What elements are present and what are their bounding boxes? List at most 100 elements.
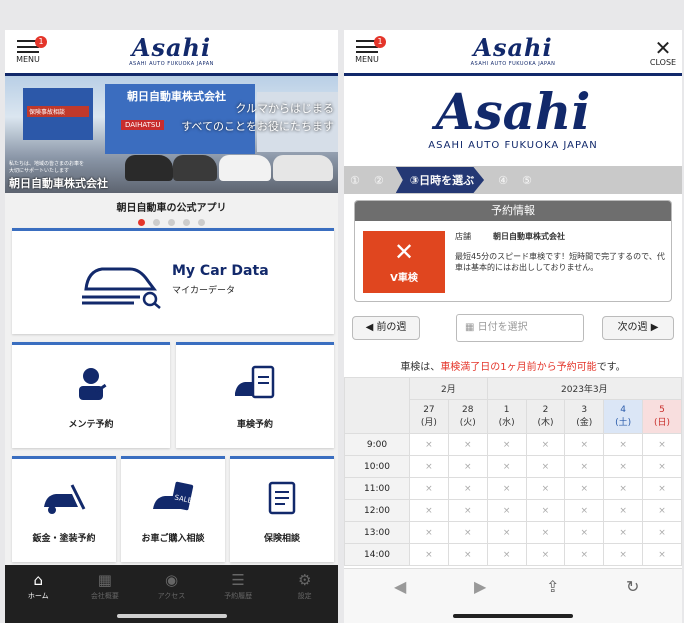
carousel-dot[interactable] bbox=[168, 219, 175, 226]
menu-button[interactable]: MENU 1 bbox=[350, 36, 386, 70]
carousel-dot[interactable] bbox=[153, 219, 160, 226]
my-car-data-card[interactable]: My Car Data マイカーデータ bbox=[12, 228, 334, 334]
month-header: 2023年3月 bbox=[486, 377, 682, 400]
slot-unavailable[interactable]: × bbox=[642, 433, 682, 456]
share-icon[interactable]: ⇪ bbox=[546, 577, 559, 596]
slot-unavailable[interactable]: × bbox=[409, 543, 449, 566]
chevron-right-icon: ▶ bbox=[647, 322, 659, 333]
day-of-week: (水) bbox=[498, 418, 515, 428]
tools-icon: ✕ bbox=[393, 238, 415, 266]
forward-arrow-icon[interactable]: ▶ bbox=[474, 577, 486, 596]
inspection-booking-card[interactable]: 車検予約 bbox=[176, 342, 334, 448]
header-bar: MENU 1 Asahi ASAHI AUTO FUKUOKA JAPAN bbox=[5, 30, 338, 76]
slot-unavailable[interactable]: × bbox=[525, 433, 566, 456]
slot-unavailable[interactable]: × bbox=[642, 455, 682, 478]
day-of-week: (木) bbox=[537, 418, 554, 428]
insurance-consult-card[interactable]: 保険相談 bbox=[230, 456, 334, 562]
carousel-dot[interactable] bbox=[183, 219, 190, 226]
slot-unavailable[interactable]: × bbox=[409, 499, 449, 522]
day-header: 28 (火) bbox=[447, 399, 488, 434]
slot-unavailable[interactable]: × bbox=[447, 477, 488, 500]
availability-calendar: 2月 2023年3月 27 (月) 28 (火) 1 (水) 2 (木) 3 (金) 4 (土) 5 (日… bbox=[344, 377, 682, 566]
slot-unavailable[interactable]: × bbox=[642, 543, 682, 566]
step-progress: ① ② ③日時を選ぶ ④ ⑤ bbox=[344, 166, 682, 194]
slot-unavailable[interactable]: × bbox=[525, 455, 566, 478]
time-label: 10:00 bbox=[344, 455, 410, 478]
inspection-label: 車検予約 bbox=[236, 420, 273, 430]
carousel-dot[interactable] bbox=[198, 219, 205, 226]
prev-week-label: 前の週 bbox=[376, 322, 407, 333]
slot-unavailable[interactable]: × bbox=[564, 543, 605, 566]
slot-unavailable[interactable]: × bbox=[409, 455, 449, 478]
slot-unavailable[interactable]: × bbox=[409, 433, 449, 456]
booking-screen: MENU 1 Asahi ASAHI AUTO FUKUOKA JAPAN ✕ … bbox=[344, 30, 682, 623]
slot-unavailable[interactable]: × bbox=[564, 521, 605, 544]
date-picker-input[interactable]: ▦ 日付を選択 bbox=[456, 314, 584, 342]
slot-unavailable[interactable]: × bbox=[603, 455, 644, 478]
slot-unavailable[interactable]: × bbox=[486, 477, 527, 500]
list-icon: ☰ bbox=[231, 571, 245, 589]
slot-unavailable[interactable]: × bbox=[642, 477, 682, 500]
slot-unavailable[interactable]: × bbox=[486, 521, 527, 544]
close-button[interactable]: ✕ CLOSE bbox=[648, 38, 678, 67]
slot-unavailable[interactable]: × bbox=[447, 543, 488, 566]
mechanic-icon bbox=[73, 365, 109, 407]
slot-unavailable[interactable]: × bbox=[486, 455, 527, 478]
booking-notice: 車検は、車検満了日の1ヶ月前から予約可能です。 bbox=[344, 358, 682, 373]
gear-icon: ⚙ bbox=[297, 571, 312, 589]
calendar-icon: ▦ bbox=[465, 322, 478, 333]
slot-unavailable[interactable]: × bbox=[525, 499, 566, 522]
next-week-button[interactable]: 次の週 ▶ bbox=[602, 316, 674, 340]
slot-unavailable[interactable]: × bbox=[447, 455, 488, 478]
menu-button[interactable]: MENU 1 bbox=[11, 36, 47, 70]
time-row: 9:00 × × × × × × × bbox=[344, 433, 682, 456]
insurance-sign: 保険事故相談 bbox=[27, 106, 89, 117]
slot-unavailable[interactable]: × bbox=[564, 455, 605, 478]
slot-unavailable[interactable]: × bbox=[603, 543, 644, 566]
time-row: 10:00 × × × × × × × bbox=[344, 455, 682, 478]
menu-label: MENU bbox=[16, 55, 40, 64]
slot-unavailable[interactable]: × bbox=[564, 477, 605, 500]
slot-unavailable[interactable]: × bbox=[603, 521, 644, 544]
reload-icon[interactable]: ↻ bbox=[626, 577, 639, 596]
slot-unavailable[interactable]: × bbox=[447, 433, 488, 456]
hero-slogan: クルマからはじまる すべてのことをお役にたちます bbox=[181, 100, 334, 136]
slot-unavailable[interactable]: × bbox=[486, 499, 527, 522]
slot-unavailable[interactable]: × bbox=[486, 543, 527, 566]
tab-settings[interactable]: ⚙ 設定 bbox=[271, 565, 338, 623]
bodywork-booking-card[interactable]: 鈑金・塗装予約 bbox=[12, 456, 116, 562]
tab-home[interactable]: ⌂ ホーム bbox=[5, 565, 72, 623]
carousel-dots[interactable] bbox=[5, 219, 338, 226]
day-header: 4 (土) bbox=[603, 399, 644, 434]
service-description: 最短45分のスピード車検です！短時間で完了するので、代車は基本的にはお出ししてお… bbox=[455, 252, 665, 272]
slot-unavailable[interactable]: × bbox=[642, 521, 682, 544]
slot-unavailable[interactable]: × bbox=[642, 499, 682, 522]
hero-image[interactable]: 保険事故相談 朝日自動車株式会社 DAIHATSU クルマからはじまる すべての… bbox=[5, 76, 338, 193]
purchase-consult-card[interactable]: SALE お車ご購入相談 bbox=[121, 456, 225, 562]
slot-unavailable[interactable]: × bbox=[409, 521, 449, 544]
slot-unavailable[interactable]: × bbox=[564, 499, 605, 522]
slot-unavailable[interactable]: × bbox=[603, 433, 644, 456]
maintenance-booking-card[interactable]: メンテ予約 bbox=[12, 342, 170, 448]
slot-unavailable[interactable]: × bbox=[525, 543, 566, 566]
calendar-corner bbox=[344, 377, 410, 434]
slot-unavailable[interactable]: × bbox=[447, 521, 488, 544]
home-icon: ⌂ bbox=[33, 571, 44, 589]
slot-unavailable[interactable]: × bbox=[603, 499, 644, 522]
back-arrow-icon[interactable]: ◀ bbox=[394, 577, 406, 596]
slot-unavailable[interactable]: × bbox=[525, 521, 566, 544]
slot-unavailable[interactable]: × bbox=[525, 477, 566, 500]
slot-unavailable[interactable]: × bbox=[447, 499, 488, 522]
carousel-dot[interactable] bbox=[138, 219, 145, 226]
car-repair-icon bbox=[42, 481, 86, 521]
building-icon: ▦ bbox=[97, 571, 112, 589]
slot-unavailable[interactable]: × bbox=[603, 477, 644, 500]
prev-week-button[interactable]: ◀ 前の週 bbox=[352, 316, 420, 340]
slot-unavailable[interactable]: × bbox=[409, 477, 449, 500]
day-header: 5 (日) bbox=[642, 399, 682, 434]
close-icon: ✕ bbox=[654, 36, 672, 60]
slot-unavailable[interactable]: × bbox=[564, 433, 605, 456]
time-label: 11:00 bbox=[344, 477, 410, 500]
small-line: 大切にサポートいたします bbox=[9, 168, 70, 174]
slot-unavailable[interactable]: × bbox=[486, 433, 527, 456]
